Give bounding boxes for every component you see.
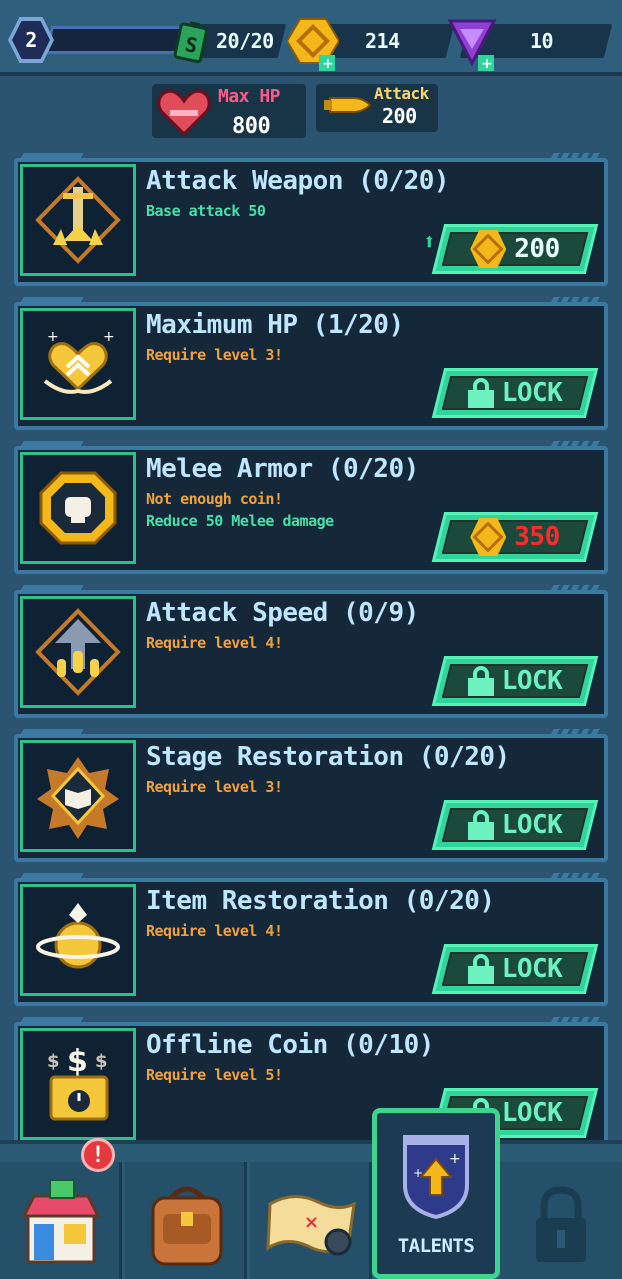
talent-icon-frame	[20, 884, 136, 996]
svg-text:+: +	[322, 56, 334, 71]
talent-icon-frame	[20, 164, 136, 276]
talent-icon-frame	[20, 452, 136, 564]
shop-notification-badge: !	[81, 1138, 115, 1172]
talent-requirement: Require level 4!	[146, 922, 283, 940]
player-level[interactable]: 2	[8, 17, 185, 63]
talent-icon-frame: $ $ $	[20, 1028, 136, 1140]
talent-title: Melee Armor (0/20)	[146, 454, 419, 484]
lock-label: LOCK	[501, 810, 563, 840]
talent-title: Offline Coin (0/10)	[146, 1030, 434, 1060]
upgrade-arrow-icon: ⬆	[422, 230, 436, 255]
upgrade-cost: 350	[514, 522, 560, 552]
nav-tab-inventory[interactable]	[125, 1162, 247, 1279]
talent-title: Attack Speed (0/9)	[146, 598, 419, 628]
talent-list[interactable]: Attack Weapon (0/20) Base attack 50 ⬆ 20…	[0, 140, 622, 1140]
lock-label: LOCK	[501, 1098, 563, 1128]
upgrade-button[interactable]: 350	[438, 512, 592, 562]
lock-button[interactable]: LOCK	[438, 800, 592, 850]
svg-text:+: +	[449, 1151, 461, 1167]
talent-title: Item Restoration (0/20)	[146, 886, 495, 916]
talent-description: Reduce 50 Melee damage	[146, 512, 334, 530]
talent-card-maximum-hp[interactable]: + + Maximum HP (1/20) Require level 3! L…	[14, 302, 608, 430]
backpack-icon	[151, 1186, 223, 1266]
nav-tab-talents-label: TALENTS	[397, 1235, 475, 1257]
talent-title: Stage Restoration (0/20)	[146, 742, 510, 772]
xp-progress-bar	[45, 26, 185, 54]
talent-requirement: Require level 5!	[146, 1066, 283, 1084]
lock-icon	[467, 954, 494, 984]
lock-label: LOCK	[501, 666, 563, 696]
talent-icon-frame	[20, 740, 136, 852]
svg-text:+: +	[103, 329, 115, 345]
nav-tab-talents[interactable]: + + TALENTS	[372, 1108, 500, 1279]
talent-requirement: Require level 3!	[146, 778, 283, 796]
coin-icon[interactable]: +	[287, 17, 339, 71]
talent-title: Attack Weapon (0/20)	[146, 166, 450, 196]
lock-icon	[467, 666, 494, 696]
coins-value: 214	[365, 29, 400, 53]
attack-value: 200	[382, 104, 417, 128]
level-badge: 2	[8, 17, 54, 63]
lock-label: LOCK	[501, 954, 563, 984]
talent-card-item-restoration[interactable]: Item Restoration (0/20) Require level 4!…	[14, 878, 608, 1006]
armor-fist-icon	[39, 471, 117, 545]
attack-speed-icon	[35, 608, 121, 696]
bullet-icon	[324, 97, 372, 113]
talent-icon-frame	[20, 596, 136, 708]
attack-label: Attack	[374, 84, 429, 103]
lock-icon	[467, 378, 494, 408]
sword-icon	[35, 176, 121, 264]
svg-text:×: ×	[304, 1212, 319, 1233]
stage-map-icon	[37, 757, 119, 839]
talent-requirement: Require level 3!	[146, 346, 283, 364]
heart-upgrade-icon: + +	[43, 329, 115, 394]
nav-tab-map[interactable]: ×	[250, 1162, 372, 1279]
lock-button[interactable]: LOCK	[438, 368, 592, 418]
talent-card-attack-weapon[interactable]: Attack Weapon (0/20) Base attack 50 ⬆ 20…	[14, 158, 608, 286]
level-number: 2	[12, 21, 50, 59]
gem-icon[interactable]: +	[448, 17, 498, 71]
talent-card-attack-speed[interactable]: Attack Speed (0/9) Require level 4! LOCK	[14, 590, 608, 718]
svg-text:+: +	[481, 56, 493, 71]
max-hp-value: 800	[232, 114, 271, 139]
nav-tab-shop[interactable]	[0, 1162, 122, 1279]
lock-icon	[467, 810, 494, 840]
svg-text:$: $	[67, 1044, 88, 1079]
svg-text:$: $	[47, 1051, 60, 1072]
lock-label: LOCK	[501, 378, 563, 408]
map-icon: ×	[266, 1195, 356, 1256]
padlock-icon	[536, 1186, 586, 1262]
top-bar: 2 S 20/20 + 214 + 10	[0, 0, 622, 76]
talent-requirement: Require level 4!	[146, 634, 283, 652]
coin-icon	[470, 518, 507, 556]
talent-warning: Not enough coin!	[146, 490, 283, 508]
svg-text:+: +	[413, 1166, 423, 1180]
svg-text:+: +	[47, 329, 59, 345]
item-orbit-icon	[36, 903, 120, 969]
talent-card-melee-armor[interactable]: Melee Armor (0/20) Not enough coin! Redu…	[14, 446, 608, 574]
shop-icon	[21, 1179, 101, 1264]
talents-shield-icon: + +	[403, 1135, 469, 1219]
max-hp-label: Max HP	[218, 86, 281, 107]
heart-icon	[157, 89, 211, 137]
talent-description: Base attack 50	[146, 202, 266, 220]
talent-card-offline-coin[interactable]: $ $ $ Offline Coin (0/10) Require level …	[14, 1022, 608, 1140]
talent-card-stage-restoration[interactable]: Stage Restoration (0/20) Require level 3…	[14, 734, 608, 862]
coin-icon	[470, 230, 507, 268]
offline-coin-icon: $ $ $	[47, 1044, 109, 1121]
upgrade-cost: 200	[514, 234, 560, 264]
talent-title: Maximum HP (1/20)	[146, 310, 404, 340]
svg-text:$: $	[95, 1051, 108, 1072]
lock-button[interactable]: LOCK	[438, 656, 592, 706]
upgrade-button[interactable]: 200	[438, 224, 592, 274]
gems-value: 10	[530, 29, 554, 53]
talent-icon-frame: + +	[20, 308, 136, 420]
lock-button[interactable]: LOCK	[438, 944, 592, 994]
nav-tab-locked[interactable]	[500, 1162, 622, 1279]
energy-value: 20/20	[216, 29, 274, 53]
energy-battery-icon: S	[173, 21, 209, 64]
